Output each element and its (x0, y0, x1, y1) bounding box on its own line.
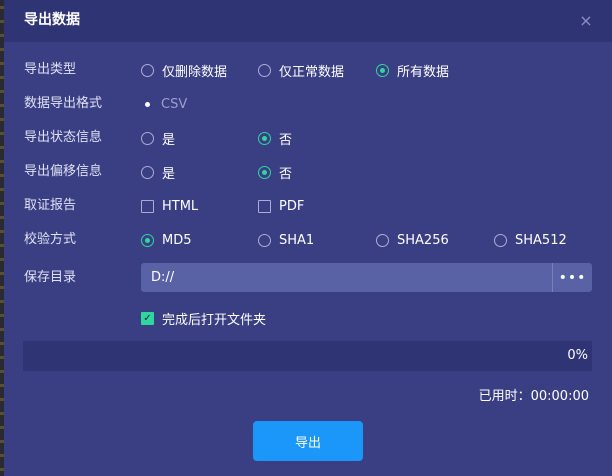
format-label: 数据导出格式 (24, 96, 103, 111)
export-type-deleted-option[interactable]: 仅删除数据 (141, 61, 228, 80)
export-type-normal-option[interactable]: 仅正常数据 (258, 61, 345, 80)
checksum-sha512-option[interactable]: SHA512 (494, 231, 567, 249)
offset-info-no-option[interactable]: 否 (258, 163, 293, 182)
evidence-report-label: 取证报告 (24, 198, 77, 213)
offset-info-yes-option[interactable]: 是 (141, 163, 176, 182)
radio-icon[interactable] (258, 233, 271, 247)
option-label: SHA256 (397, 232, 449, 248)
option-label: PDF (279, 198, 305, 214)
option-label: 完成后打开文件夹 (162, 312, 267, 328)
evidence-report-pdf-checkbox[interactable]: PDF (258, 197, 304, 215)
radio-icon[interactable] (258, 63, 271, 77)
elapsed-time: 已用时：00:00:00 (478, 389, 589, 404)
radio-icon[interactable] (141, 63, 154, 77)
dialog-title: 导出数据 (24, 12, 80, 28)
radio-selected-icon[interactable] (376, 63, 389, 77)
option-label: 仅删除数据 (162, 64, 228, 80)
dialog-header: 导出数据 × (4, 0, 612, 42)
option-label: 否 (279, 132, 293, 148)
status-info-no-option[interactable]: 否 (258, 129, 293, 148)
save-dir-label: 保存目录 (24, 270, 77, 285)
checksum-sha256-option[interactable]: SHA256 (376, 231, 449, 249)
evidence-report-html-checkbox[interactable]: HTML (141, 197, 198, 215)
open-folder-checkbox[interactable]: ✓ 完成后打开文件夹 (141, 309, 267, 328)
checksum-label: 校验方式 (24, 232, 77, 247)
option-label: 是 (162, 166, 176, 182)
save-dir-field: ••• (141, 263, 592, 292)
radio-selected-icon[interactable] (258, 165, 271, 179)
export-button[interactable]: 导出 (253, 421, 363, 461)
radio-selected-icon[interactable] (141, 233, 154, 247)
radio-icon[interactable] (141, 131, 154, 145)
browse-more-button[interactable]: ••• (553, 263, 592, 292)
export-data-dialog: 导出数据 × 导出类型 仅删除数据 仅正常数据 所有数据 数据导出格式 CSV … (4, 0, 612, 476)
checkbox-checked-icon[interactable]: ✓ (141, 311, 154, 325)
option-label: 是 (162, 132, 176, 148)
format-csv-option: CSV (142, 95, 187, 113)
checksum-sha1-option[interactable]: SHA1 (258, 231, 314, 249)
checkbox-icon[interactable] (258, 199, 271, 213)
option-label: SHA512 (515, 232, 567, 248)
radio-selected-icon[interactable] (258, 131, 271, 145)
checkbox-icon[interactable] (141, 199, 154, 213)
status-info-label: 导出状态信息 (24, 130, 103, 145)
radio-icon[interactable] (141, 165, 154, 179)
option-label: HTML (162, 198, 199, 214)
option-label: 仅正常数据 (279, 64, 345, 80)
format-value: CSV (161, 96, 188, 112)
progress-percent: 0% (567, 348, 588, 363)
save-dir-input[interactable] (141, 263, 552, 292)
option-label: 所有数据 (397, 64, 450, 80)
offset-info-label: 导出偏移信息 (24, 164, 103, 179)
radio-icon[interactable] (376, 233, 389, 247)
export-type-all-option[interactable]: 所有数据 (376, 61, 450, 80)
radio-icon[interactable] (494, 233, 507, 247)
close-icon[interactable]: × (576, 11, 596, 31)
option-label: SHA1 (279, 232, 315, 248)
export-progress-bar: 0% (23, 341, 592, 371)
status-info-yes-option[interactable]: 是 (141, 129, 176, 148)
option-label: 否 (279, 166, 293, 182)
checksum-md5-option[interactable]: MD5 (141, 231, 192, 249)
option-label: MD5 (162, 232, 192, 248)
bullet-icon (145, 101, 150, 107)
export-type-label: 导出类型 (24, 62, 77, 77)
